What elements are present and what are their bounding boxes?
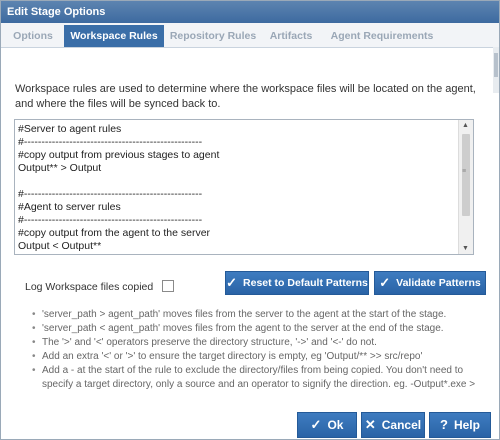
editor-line: Output < Output** [18, 240, 102, 252]
editor-scroll-thumb[interactable] [462, 134, 470, 216]
workspace-rules-description: Workspace rules are used to determine wh… [15, 83, 476, 110]
edit-stage-options-dialog: Edit Stage Options Options Workspace Rul… [0, 0, 500, 440]
validate-patterns-button[interactable]: ✓ Validate Patterns [374, 271, 486, 295]
ok-button-label: Ok [327, 418, 344, 432]
help-list-item: The '>' and '<' operators preserve the d… [32, 336, 480, 350]
log-workspace-files-label: Log Workspace files copied [25, 281, 154, 293]
scroll-down-arrow-icon[interactable]: ▼ [462, 245, 469, 252]
editor-line: #---------------------------------------… [18, 188, 203, 200]
help-button-label: Help [453, 418, 480, 432]
editor-scrollbar[interactable]: ▲ ≡ ▼ [458, 120, 473, 254]
dialog-scrollbar[interactable] [493, 47, 499, 93]
check-icon: ✓ [310, 417, 322, 432]
help-list-item: 'server_path > agent_path' moves files f… [32, 308, 480, 322]
tab-options[interactable]: Options [5, 26, 61, 47]
editor-line: #Server to agent rules [18, 123, 122, 135]
help-list-item: Add an extra '<' or '>' to ensure the ta… [32, 350, 480, 364]
editor-line: #copy output from the agent to the serve… [18, 227, 211, 239]
log-workspace-files-option: Log Workspace files copied [25, 280, 175, 293]
reset-button-label: Reset to Default Patterns [243, 277, 368, 289]
help-list-item: Add a - at the start of the rule to excl… [32, 364, 480, 392]
tab-bar: Options Workspace Rules Repository Rules… [1, 23, 499, 48]
close-icon: ✕ [364, 417, 376, 432]
editor-line: #copy output from previous stages to age… [18, 149, 220, 161]
editor-line: #---------------------------------------… [18, 214, 203, 226]
check-icon: ✓ [226, 275, 238, 290]
editor-line: #Agent to server rules [18, 201, 121, 213]
tab-agent-requirements[interactable]: Agent Requirements [325, 26, 439, 47]
editor-line: #---------------------------------------… [18, 136, 203, 148]
editor-line: Output** > Output [18, 162, 102, 174]
cancel-button-label: Cancel [381, 418, 422, 432]
reset-default-patterns-button[interactable]: ✓ Reset to Default Patterns [225, 271, 369, 295]
tab-workspace-rules[interactable]: Workspace Rules [64, 25, 164, 47]
question-icon: ? [440, 417, 448, 432]
ok-button[interactable]: ✓ Ok [297, 412, 357, 438]
scroll-up-arrow-icon[interactable]: ▲ [462, 122, 469, 129]
help-button[interactable]: ? Help [429, 412, 491, 438]
log-workspace-files-checkbox[interactable] [162, 280, 175, 292]
dialog-title: Edit Stage Options [1, 1, 499, 23]
cancel-button[interactable]: ✕ Cancel [361, 412, 425, 438]
rules-editor[interactable]: #Server to agent rules #----------------… [14, 119, 474, 255]
grip-icon: ≡ [462, 168, 467, 175]
tab-repository-rules[interactable]: Repository Rules [168, 26, 258, 47]
check-icon: ✓ [379, 275, 391, 290]
workspace-rules-help-list: 'server_path > agent_path' moves files f… [32, 308, 480, 392]
help-list-item: 'server_path < agent_path' moves files f… [32, 322, 480, 336]
validate-button-label: Validate Patterns [396, 277, 481, 289]
tab-artifacts[interactable]: Artifacts [263, 26, 319, 47]
